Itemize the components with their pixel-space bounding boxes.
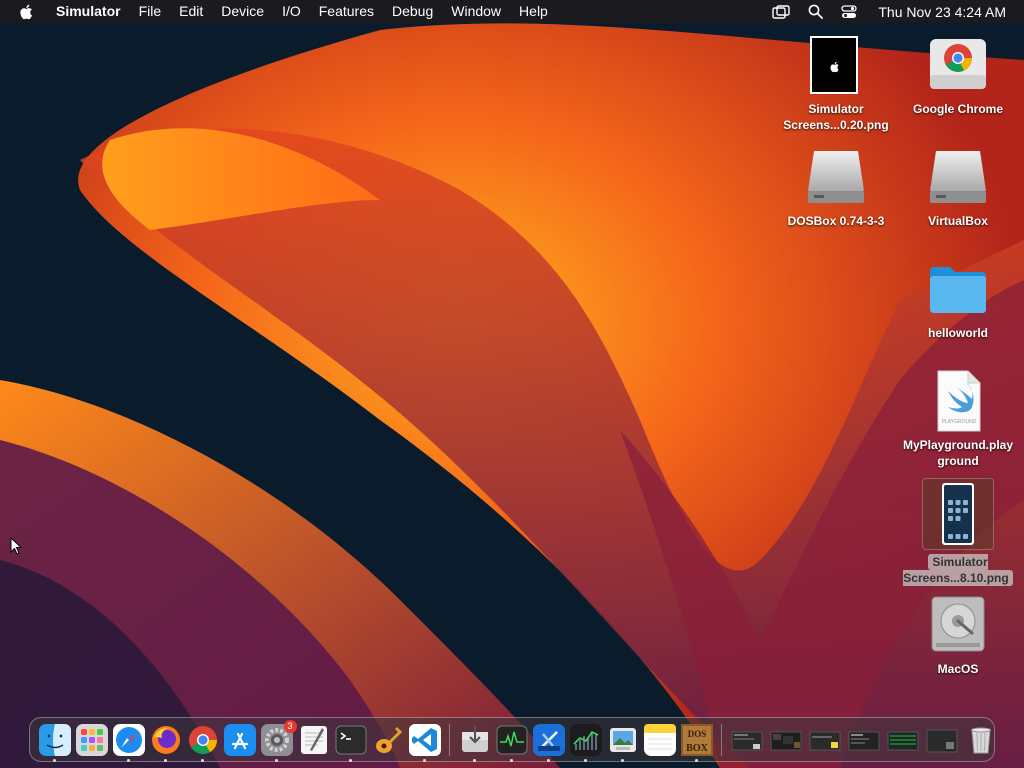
dock-system-settings[interactable]: 3 [260, 719, 297, 762]
window-thumbnail-icon [809, 731, 840, 750]
activity-monitor-icon [496, 725, 527, 754]
firefox-icon [151, 725, 180, 754]
desktop-icon-label: MyPlayground.playground [902, 438, 1014, 468]
dock-minimized-window-1[interactable] [731, 724, 765, 756]
dock-textedit[interactable] [298, 724, 330, 756]
dock-stocks[interactable] [569, 723, 602, 762]
desktop-icon-label: VirtualBox [928, 214, 988, 228]
screenshot-dark-icon [804, 33, 868, 97]
dock-dosbox[interactable]: DOS BOX [680, 723, 713, 762]
desktop-icon-label: Simulator Screens...0.20.png [783, 102, 889, 132]
menu-clock[interactable]: Thu Nov 23 4:24 AM [866, 4, 1024, 20]
menu-help[interactable]: Help [510, 0, 557, 23]
desktop-icon-dosbox[interactable]: DOSBox 0.74-3-3 [776, 145, 896, 229]
window-thumbnail-icon [887, 731, 918, 750]
folder-icon [926, 257, 990, 321]
desktop-icon-macos[interactable]: MacOS [898, 593, 1018, 677]
selection-highlight [922, 478, 994, 550]
mouse-cursor-icon [10, 537, 22, 555]
finder-icon [38, 723, 71, 756]
menu-io[interactable]: I/O [273, 0, 310, 23]
trash-icon [970, 727, 991, 753]
hard-drive-icon [926, 593, 990, 657]
menu-edit[interactable]: Edit [170, 0, 212, 23]
desktop-icon-label: Google Chrome [912, 102, 1003, 116]
chrome-disk-icon [926, 33, 990, 97]
dock-app-store[interactable] [223, 723, 256, 756]
spotlight-search-icon[interactable] [806, 4, 824, 20]
menu-debug[interactable]: Debug [383, 0, 442, 23]
menu-device[interactable]: Device [212, 0, 273, 23]
desktop-icon-label: DOSBox 0.74-3-3 [787, 214, 885, 228]
screenshot-phone-icon [942, 483, 974, 545]
window-thumbnail-icon [848, 731, 879, 750]
desktop-icon-simulator-screenshot-1[interactable]: Simulator Screens...0.20.png [776, 33, 896, 133]
svg-text:DOS: DOS [687, 729, 706, 739]
dock-trash[interactable] [965, 724, 997, 756]
desktop-icon-google-chrome[interactable]: Google Chrome [898, 33, 1018, 117]
dock-separator [449, 723, 450, 756]
safari-icon [112, 723, 145, 756]
dock: 3 DOS BOX [29, 717, 995, 762]
installer-icon [461, 725, 488, 752]
desktop-icon-label: helloworld [928, 326, 988, 340]
vscode-icon [408, 723, 441, 756]
desktop-icon-virtualbox[interactable]: VirtualBox [898, 145, 1018, 229]
terminal-icon [335, 725, 366, 754]
chrome-icon [188, 725, 217, 754]
dock-minimized-window-6[interactable] [926, 724, 960, 756]
menu-features[interactable]: Features [310, 0, 383, 23]
desktop-icon-simulator-screenshot-2[interactable]: Simulator Screens...8.10.png [898, 478, 1018, 586]
menu-window[interactable]: Window [442, 0, 510, 23]
desktop-icon-label: Simulator Screens...8.10.png [898, 554, 1018, 586]
dock-finder[interactable] [38, 723, 71, 762]
desktop-icon-myplayground[interactable]: PLAYGROUND MyPlayground.playground [898, 369, 1018, 469]
window-thumbnail-icon [731, 731, 762, 750]
dock-separator [721, 723, 722, 756]
xcode-icon [532, 723, 565, 756]
disk-image-icon [926, 145, 990, 209]
svg-text:BOX: BOX [686, 743, 708, 754]
apple-menu-icon[interactable] [18, 3, 36, 21]
dock-xcode-instruments[interactable] [532, 723, 565, 762]
dock-minimized-window-3[interactable] [809, 724, 843, 756]
dock-minimized-window-5[interactable] [887, 724, 921, 756]
dock-minimized-window-2[interactable] [770, 724, 804, 756]
menu-file[interactable]: File [130, 0, 171, 23]
desktop-icon-helloworld[interactable]: helloworld [898, 257, 1018, 341]
dock-activity-monitor[interactable] [496, 724, 528, 762]
dock-google-chrome[interactable] [187, 724, 219, 762]
dock-installer[interactable] [459, 724, 491, 762]
menu-app-name[interactable]: Simulator [52, 0, 130, 23]
window-thumbnail-icon [770, 731, 801, 750]
desktop-icon-label-text: Simulator Screens...8.10.png [903, 554, 1013, 586]
menu-bar: Simulator File Edit Device I/O Features … [0, 0, 1024, 23]
dock-garageband[interactable] [372, 724, 404, 756]
dock-minimized-window-4[interactable] [848, 724, 882, 756]
window-thumbnail-icon [926, 729, 957, 752]
screen-mirroring-icon[interactable] [772, 4, 791, 20]
stocks-icon [569, 723, 602, 756]
dock-safari[interactable] [112, 723, 145, 762]
dock-terminal[interactable] [335, 724, 367, 762]
svg-text:PLAYGROUND: PLAYGROUND [942, 419, 977, 425]
launchpad-icon [75, 723, 108, 756]
preview-icon [609, 727, 636, 752]
dock-firefox[interactable] [150, 724, 182, 762]
notes-icon [643, 723, 676, 756]
control-center-icon[interactable] [840, 4, 858, 20]
notification-badge: 3 [283, 719, 297, 733]
dosbox-icon: DOS BOX [680, 723, 713, 756]
dock-preview[interactable] [607, 724, 639, 762]
desktop-icon-label: MacOS [937, 662, 979, 676]
guitar-icon [375, 726, 402, 753]
dock-notes[interactable] [643, 723, 676, 756]
swift-playground-icon: PLAYGROUND [926, 369, 990, 433]
app-store-icon [223, 723, 256, 756]
dock-vscode[interactable] [408, 723, 441, 762]
textedit-icon [300, 725, 327, 754]
disk-image-icon [804, 145, 868, 209]
dock-launchpad[interactable] [75, 723, 108, 756]
